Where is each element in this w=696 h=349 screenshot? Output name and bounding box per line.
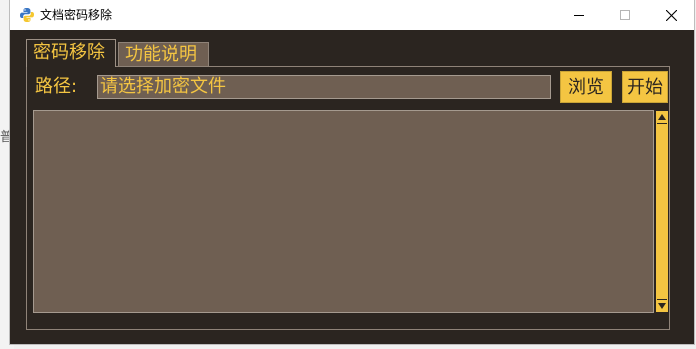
python-logo-icon <box>19 7 35 23</box>
tab-password-removal[interactable]: 密码移除 <box>26 39 116 67</box>
scroll-down-arrow-icon[interactable] <box>657 301 667 311</box>
scroll-up-arrow-icon[interactable] <box>657 112 667 122</box>
tab-feature-description[interactable]: 功能说明 <box>118 42 209 66</box>
minimize-icon <box>574 15 584 16</box>
close-icon <box>665 9 677 21</box>
minimize-button[interactable] <box>556 0 602 30</box>
browse-button[interactable]: 浏览 <box>560 71 612 103</box>
main-client-area: 密码移除 功能说明 路径: 请选择加密文件 浏览 开始 <box>10 30 694 344</box>
path-label: 路径: <box>35 76 78 97</box>
file-path-input[interactable]: 请选择加密文件 <box>97 75 551 99</box>
password-removal-panel: 路径: 请选择加密文件 浏览 开始 <box>26 66 670 330</box>
close-button[interactable] <box>648 0 694 30</box>
maximize-icon <box>620 10 630 20</box>
title-bar[interactable]: 文档密码移除 <box>10 0 694 30</box>
log-vertical-scrollbar[interactable] <box>655 110 669 313</box>
window-title: 文档密码移除 <box>40 8 113 22</box>
start-button[interactable]: 开始 <box>622 71 668 103</box>
output-log-textarea[interactable] <box>33 110 654 313</box>
scroll-divider-top <box>657 123 667 124</box>
app-window: 文档密码移除 密码移除 功能说明 路径: 请选择加密文件 浏览 开始 <box>10 0 694 344</box>
maximize-button[interactable] <box>602 0 648 30</box>
scroll-divider-bottom <box>657 299 667 300</box>
